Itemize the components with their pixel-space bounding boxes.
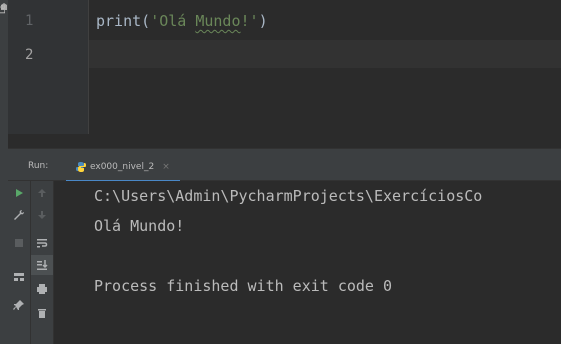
run-toolbar-primary [8,181,31,344]
wrench-icon[interactable] [8,205,30,225]
code-string-close: !' [240,12,259,30]
console-line-path: C:\Users\Admin\PycharmProjects\Exercício… [94,187,483,205]
code-function: print( [96,12,151,30]
print-icon[interactable] [31,279,53,299]
code-paren-close: ) [258,12,268,30]
run-label: Run: [28,161,49,171]
code-line-1[interactable]: print('Olá Mundo!') [96,12,268,30]
run-tab[interactable]: ex000_nivel_2 × [66,154,180,182]
project-tool-tab[interactable]: Le [0,0,8,40]
rerun-icon[interactable] [8,183,30,203]
console-output[interactable]: C:\Users\Admin\PycharmProjects\Exercício… [54,181,561,344]
code-editor[interactable]: 1 2 print('Olá Mundo!') [8,0,561,148]
arrow-up-icon[interactable] [31,183,53,203]
python-icon [76,162,86,172]
pin-icon[interactable] [8,295,30,315]
console-line-output: Olá Mundo! [94,217,185,235]
code-string-open: 'Olá [150,12,196,30]
line-number-2: 2 [25,47,34,63]
line-number-1: 1 [25,13,34,29]
run-panel-header: Run: ex000_nivel_2 × [8,154,561,182]
stop-icon[interactable] [8,233,30,253]
run-toolbar-secondary [31,181,54,344]
run-tab-label: ex000_nivel_2 [90,162,155,172]
code-string-word: Mundo [195,12,241,30]
scroll-to-end-icon[interactable] [31,255,53,275]
console-line-exit: Process finished with exit code 0 [94,277,393,295]
trash-icon[interactable] [31,303,53,323]
arrow-down-icon[interactable] [31,205,53,225]
current-line-highlight [89,40,561,68]
layout-icon[interactable] [8,267,30,287]
editor-gutter: 1 2 [8,0,89,134]
project-tab-label: Le [0,4,7,14]
close-icon[interactable]: × [162,162,170,172]
soft-wrap-icon[interactable] [31,233,53,253]
